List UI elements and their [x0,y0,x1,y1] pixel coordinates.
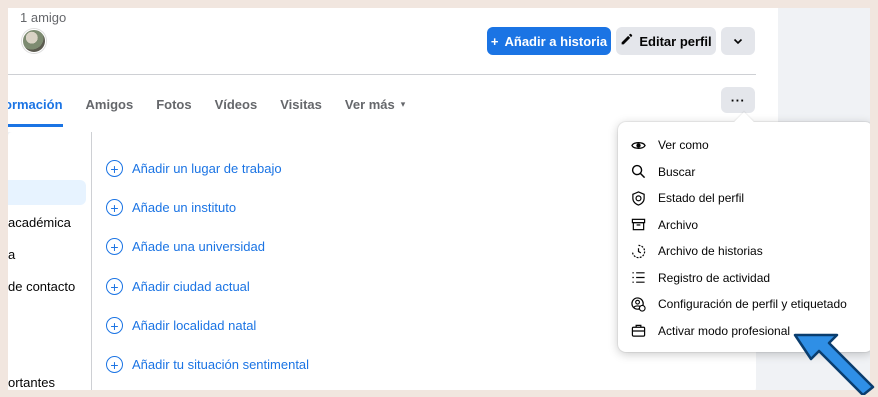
clock-icon [630,243,646,259]
tab-amigos[interactable]: Amigos [86,84,134,124]
pointer-arrow-icon [793,333,875,395]
tab-informacion[interactable]: ormación [8,84,63,127]
menu-item-buscar[interactable]: Buscar [618,159,870,186]
add-story-label: Añadir a historia [504,33,608,49]
more-options-chevron-button[interactable] [721,27,755,55]
plus-circle-icon: + [106,238,123,255]
plus-circle-icon: + [106,356,123,373]
about-left-nav: académica a de contacto ortantes [8,132,92,390]
add-institute-link[interactable]: + Añade un instituto [106,199,236,216]
archive-icon [630,217,646,233]
friends-count[interactable]: 1 amigo [20,10,66,25]
menu-item-archivo-historias[interactable]: Archivo de historias [618,238,870,265]
briefcase-icon [630,323,646,339]
nav-item-a[interactable]: a [8,247,15,262]
eye-icon [630,137,646,153]
add-university-link[interactable]: + Añade una universidad [106,238,265,255]
more-dots-button[interactable]: ··· [721,87,755,113]
header-divider [8,74,756,75]
nav-item-academica[interactable]: académica [8,215,71,230]
edit-profile-button[interactable]: Editar perfil [616,27,716,55]
plus-circle-icon: + [106,278,123,295]
profile-settings-icon [630,296,646,312]
menu-item-ver-como[interactable]: Ver como [618,132,870,159]
plus-circle-icon: + [106,160,123,177]
profile-header: 1 amigo + Añadir a historia Editar perfi… [8,8,778,132]
add-current-city-link[interactable]: + Añadir ciudad actual [106,278,250,295]
add-hometown-link[interactable]: + Añadir localidad natal [106,317,256,334]
plus-circle-icon: + [106,199,123,216]
nav-item-contacto[interactable]: de contacto [8,279,75,294]
menu-item-archivo[interactable]: Archivo [618,212,870,239]
search-icon [630,164,646,180]
profile-tabs: ormación Amigos Fotos Vídeos Visitas Ver… [8,84,428,127]
list-icon [630,270,646,286]
tab-ver-mas[interactable]: Ver más ▾ [345,84,405,124]
tab-videos[interactable]: Vídeos [215,84,258,124]
add-workplace-link[interactable]: + Añadir un lugar de trabajo [106,160,282,177]
facebook-profile-frame: 1 amigo + Añadir a historia Editar perfi… [8,8,870,390]
add-relationship-link[interactable]: + Añadir tu situación sentimental [106,356,309,373]
shield-icon [630,190,646,206]
plus-circle-icon: + [106,317,123,334]
add-story-button[interactable]: + Añadir a historia [487,27,611,55]
friend-avatar[interactable] [22,29,46,53]
pencil-icon [620,33,633,49]
chevron-down-icon [733,34,743,49]
menu-item-estado-perfil[interactable]: Estado del perfil [618,185,870,212]
nav-item-importantes[interactable]: ortantes [8,375,55,390]
tab-fotos[interactable]: Fotos [156,84,191,124]
menu-item-configuracion-perfil[interactable]: Configuración de perfil y etiquetado [618,291,870,318]
tab-visitas[interactable]: Visitas [280,84,322,124]
caret-down-icon: ▾ [400,98,406,109]
nav-selected-item[interactable] [8,180,86,205]
menu-item-registro-actividad[interactable]: Registro de actividad [618,265,870,292]
plus-icon: + [490,33,499,49]
edit-profile-label: Editar perfil [639,33,712,49]
